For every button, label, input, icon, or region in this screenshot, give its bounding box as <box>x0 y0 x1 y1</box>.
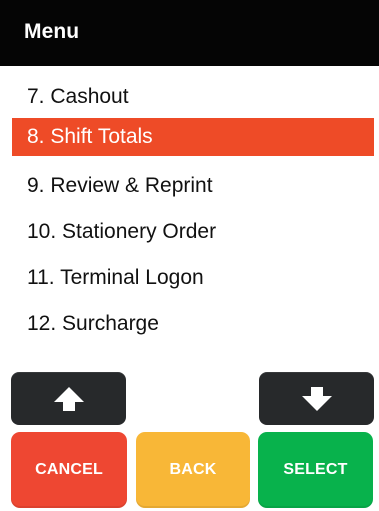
menu-item-label: 9. Review & Reprint <box>27 174 213 197</box>
menu-item-label: 7. Cashout <box>27 85 129 108</box>
arrow-up-icon <box>53 386 84 411</box>
menu-item-label: 11. Terminal Logon <box>27 266 204 289</box>
scroll-down-button[interactable] <box>259 372 374 425</box>
menu-item-label: 10. Stationery Order <box>27 220 217 243</box>
menu-item-review-reprint[interactable]: 9. Review & Reprint <box>12 167 374 205</box>
menu-item-cashout[interactable]: 7. Cashout <box>12 78 374 116</box>
arrow-down-icon <box>301 386 332 411</box>
page-title: Menu <box>24 20 80 43</box>
menu-list: 7. Cashout 8. Shift Totals 9. Review & R… <box>0 73 379 363</box>
cancel-button[interactable]: CANCEL <box>11 432 127 508</box>
menu-item-surcharge[interactable]: 12. Surcharge <box>12 305 374 343</box>
scroll-up-button[interactable] <box>11 372 126 425</box>
menu-item-shift-totals[interactable]: 8. Shift Totals <box>12 118 374 156</box>
menu-header: Menu <box>0 0 379 66</box>
back-button[interactable]: BACK <box>136 432 250 508</box>
menu-item-terminal-logon[interactable]: 11. Terminal Logon <box>12 259 374 297</box>
payment-terminal-screen: Menu 7. Cashout 8. Shift Totals 9. Revie… <box>0 0 379 511</box>
select-button[interactable]: SELECT <box>258 432 373 508</box>
menu-item-stationery-order[interactable]: 10. Stationery Order <box>12 213 374 251</box>
menu-item-label: 8. Shift Totals <box>27 125 153 148</box>
menu-item-label: 12. Surcharge <box>27 312 159 335</box>
